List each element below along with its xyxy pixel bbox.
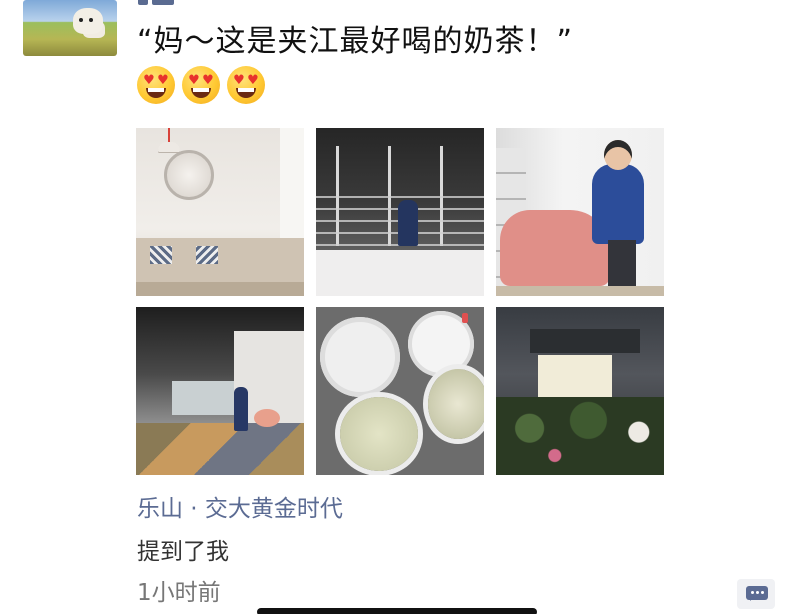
- photo-storefront[interactable]: [496, 307, 664, 475]
- avatar[interactable]: [23, 0, 117, 56]
- home-indicator[interactable]: [257, 608, 537, 614]
- heart-eyes-emoji: ♥ ♥: [137, 66, 175, 104]
- location-link[interactable]: 乐山 · 交大黄金时代: [137, 492, 343, 526]
- photo-milk-tea-cups[interactable]: [316, 307, 484, 475]
- photo-cafe-interior[interactable]: [136, 128, 304, 296]
- heart-eyes-emoji: ♥ ♥: [227, 66, 265, 104]
- heart-eyes-emoji: ♥ ♥: [182, 66, 220, 104]
- photo-corridor[interactable]: [136, 307, 304, 475]
- post-text: “妈～这是夹江最好喝的奶茶！”: [137, 24, 574, 59]
- author-name-cutoff[interactable]: [138, 0, 174, 6]
- comment-button[interactable]: [737, 579, 775, 609]
- photo-boy-on-chair[interactable]: [496, 128, 664, 296]
- avatar-dog-image: [73, 8, 103, 34]
- comment-bubble-icon: [746, 586, 768, 601]
- photo-grid: [136, 128, 664, 475]
- timestamp: 1小时前: [137, 580, 221, 606]
- mention-text: 提到了我: [137, 539, 229, 565]
- photo-loft-railing[interactable]: [316, 128, 484, 296]
- emoji-row: ♥ ♥ ♥ ♥ ♥ ♥: [137, 66, 265, 104]
